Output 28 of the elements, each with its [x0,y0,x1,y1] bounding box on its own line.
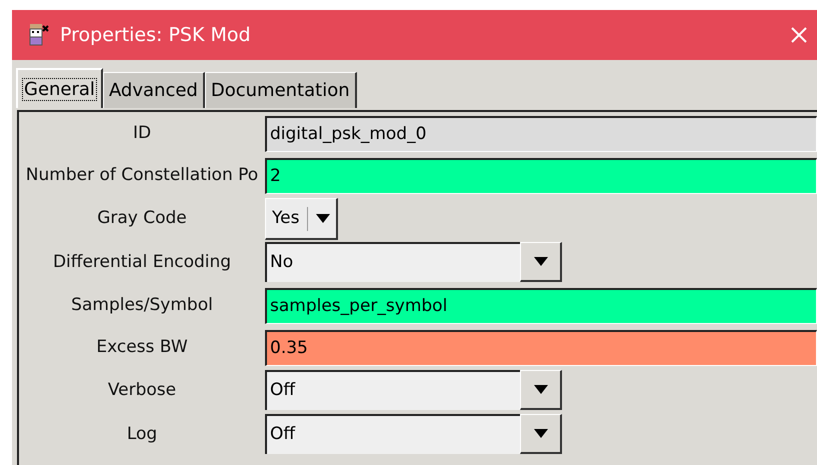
parameter-label: Differential Encoding [52,251,232,274]
parameter-label: Gray Code [96,207,188,230]
dropdown-button[interactable] [520,370,562,410]
parameter-label: Number of Constellation Po [24,164,260,188]
tab[interactable]: Documentation [204,72,357,108]
close-icon[interactable] [791,27,807,43]
dropdown-button[interactable] [520,242,562,282]
text-field[interactable]: samples_per_symbol [265,288,817,324]
caret-down-icon [534,257,548,266]
text-field[interactable]: digital_psk_mod_0 [265,116,817,152]
parameter-label: Samples/Symbol [70,294,214,318]
parameter-label: Verbose [106,379,178,402]
parameter-label: Log [126,423,158,446]
caret-down-icon [534,385,548,394]
caret-down-icon [534,429,548,438]
dropdown-field[interactable]: No [265,242,520,282]
window-title: Properties: PSK Mod [60,22,251,48]
text-field[interactable]: 2 [265,158,817,194]
dropdown-button[interactable]: Yes [265,198,338,240]
tab[interactable]: Advanced [102,72,205,108]
text-field[interactable]: 0.35 [265,330,817,366]
dropdown-button[interactable] [520,414,562,454]
parameter-label: Excess BW [95,336,189,360]
dropdown-field[interactable]: Off [265,370,520,410]
dropdown-field[interactable]: Off [265,414,520,454]
caret-down-icon [316,214,330,223]
parameter-label: ID [132,122,152,146]
tab[interactable]: General [16,68,103,108]
